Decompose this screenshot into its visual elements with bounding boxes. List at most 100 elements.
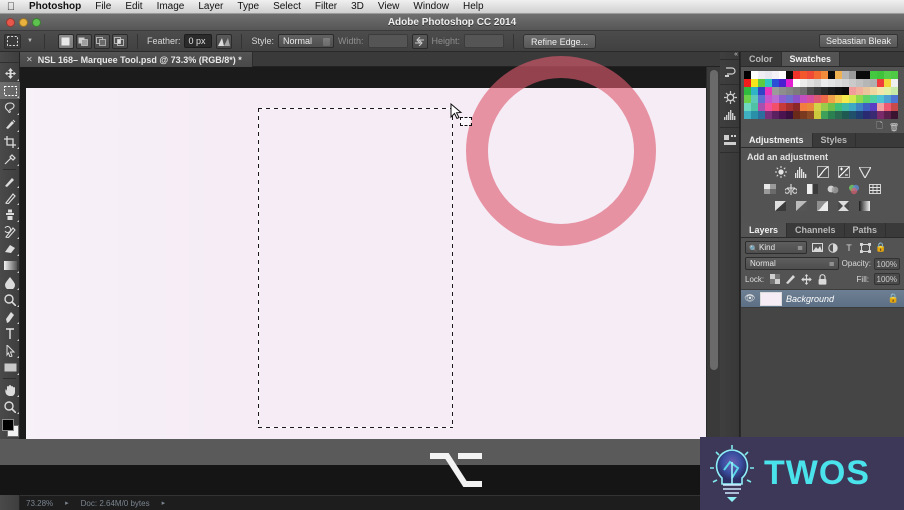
color-swatch[interactable]: [863, 87, 870, 95]
tab-styles[interactable]: Styles: [813, 133, 857, 147]
color-swatch[interactable]: [751, 79, 758, 87]
color-swatch[interactable]: [842, 103, 849, 111]
color-swatch[interactable]: [751, 87, 758, 95]
color-swatch[interactable]: [863, 79, 870, 87]
color-swatch[interactable]: [751, 103, 758, 111]
tool-preset-chevron-down-icon[interactable]: ▼: [25, 38, 35, 44]
lock-position-icon[interactable]: [801, 273, 812, 285]
pixel-layer-filter-icon[interactable]: [811, 242, 823, 254]
width-input[interactable]: [367, 34, 408, 48]
refine-edge-button[interactable]: Refine Edge...: [523, 33, 597, 49]
color-swatch[interactable]: [891, 87, 898, 95]
color-swatch[interactable]: [835, 87, 842, 95]
smart-object-filter-icon[interactable]: 🔒: [875, 242, 887, 254]
properties-panel-icon[interactable]: [720, 131, 740, 149]
eraser-tool[interactable]: [0, 240, 20, 257]
color-swatch[interactable]: [849, 111, 856, 119]
color-swatch[interactable]: [814, 95, 821, 103]
color-swatch[interactable]: [828, 79, 835, 87]
color-swatch[interactable]: [849, 103, 856, 111]
color-swatch[interactable]: [849, 79, 856, 87]
color-swatch[interactable]: [786, 71, 793, 79]
color-swatch[interactable]: [835, 79, 842, 87]
menu-item-photoshop[interactable]: Photoshop: [22, 0, 88, 14]
color-swatch[interactable]: [863, 95, 870, 103]
color-swatch[interactable]: [744, 103, 751, 111]
tab-swatches[interactable]: Swatches: [781, 52, 841, 66]
color-swatch[interactable]: [884, 87, 891, 95]
color-swatch[interactable]: [870, 95, 877, 103]
color-swatch[interactable]: [884, 71, 891, 79]
color-swatch[interactable]: [800, 111, 807, 119]
blend-mode-select[interactable]: Normal: [745, 257, 839, 271]
invert-icon[interactable]: [774, 200, 788, 212]
color-swatch[interactable]: [793, 79, 800, 87]
history-panel-icon[interactable]: [720, 63, 740, 81]
menu-item-view[interactable]: View: [371, 0, 407, 14]
type-tool[interactable]: [0, 325, 20, 342]
color-swatch[interactable]: [786, 87, 793, 95]
color-swatch[interactable]: [870, 79, 877, 87]
photo-filter-icon[interactable]: [826, 183, 840, 195]
adjustment-layer-filter-icon[interactable]: [827, 242, 839, 254]
eyedropper-tool[interactable]: [0, 150, 20, 167]
color-swatch[interactable]: [751, 111, 758, 119]
color-swatch[interactable]: [751, 95, 758, 103]
color-swatch[interactable]: [891, 111, 898, 119]
menu-item-help[interactable]: Help: [456, 0, 491, 14]
layer-thumbnail[interactable]: [760, 291, 782, 306]
color-swatch[interactable]: [856, 87, 863, 95]
color-swatch[interactable]: [786, 95, 793, 103]
color-swatch[interactable]: [800, 103, 807, 111]
color-swatch[interactable]: [765, 103, 772, 111]
brush-settings-icon[interactable]: [720, 88, 740, 106]
color-swatch[interactable]: [744, 71, 751, 79]
tab-adjustments[interactable]: Adjustments: [741, 133, 813, 147]
color-swatch[interactable]: [814, 87, 821, 95]
intersect-selection-icon[interactable]: [111, 33, 128, 49]
color-swatch[interactable]: [821, 87, 828, 95]
clone-stamp-tool[interactable]: [0, 206, 20, 223]
color-swatch[interactable]: [786, 103, 793, 111]
color-swatch[interactable]: [765, 71, 772, 79]
rectangular-marquee-tool[interactable]: [0, 82, 20, 99]
color-swatch[interactable]: [793, 71, 800, 79]
swap-dimensions-icon[interactable]: [411, 33, 428, 49]
color-swatch[interactable]: [884, 95, 891, 103]
color-swatch[interactable]: [870, 111, 877, 119]
color-swatch[interactable]: [877, 79, 884, 87]
menu-item-file[interactable]: File: [88, 0, 118, 14]
apple-icon[interactable]: : [0, 1, 22, 13]
type-layer-filter-icon[interactable]: T: [843, 242, 855, 254]
color-swatch[interactable]: [765, 111, 772, 119]
color-swatch[interactable]: [821, 111, 828, 119]
color-swatch[interactable]: [842, 95, 849, 103]
eye-icon[interactable]: 👁: [744, 293, 756, 304]
color-swatch[interactable]: [821, 71, 828, 79]
exposure-icon[interactable]: [837, 166, 851, 178]
canvas-vertical-scrollbar[interactable]: [706, 67, 720, 439]
layer-filter-kind-select[interactable]: 🔍 Kind: [745, 241, 807, 255]
color-swatch[interactable]: [793, 95, 800, 103]
color-swatch[interactable]: [793, 87, 800, 95]
color-swatch[interactable]: [814, 111, 821, 119]
color-swatch[interactable]: [772, 79, 779, 87]
color-swatch[interactable]: [786, 79, 793, 87]
zoom-tool[interactable]: [0, 398, 20, 415]
gradient-map-icon[interactable]: [837, 200, 851, 212]
color-swatch[interactable]: [842, 87, 849, 95]
menu-item-type[interactable]: Type: [230, 0, 266, 14]
color-swatch[interactable]: [807, 87, 814, 95]
add-to-selection-icon[interactable]: [75, 33, 92, 49]
shape-layer-filter-icon[interactable]: [859, 242, 871, 254]
color-swatch[interactable]: [758, 79, 765, 87]
color-swatch[interactable]: [821, 95, 828, 103]
lock-icon[interactable]: 🔒: [888, 293, 899, 304]
color-swatch[interactable]: [821, 103, 828, 111]
color-swatch[interactable]: [814, 71, 821, 79]
zoom-level[interactable]: 73.28%: [26, 499, 53, 508]
color-swatch[interactable]: [772, 111, 779, 119]
menu-item-3d[interactable]: 3D: [344, 0, 371, 14]
color-swatch[interactable]: [877, 87, 884, 95]
close-icon[interactable]: ✕: [26, 55, 33, 64]
